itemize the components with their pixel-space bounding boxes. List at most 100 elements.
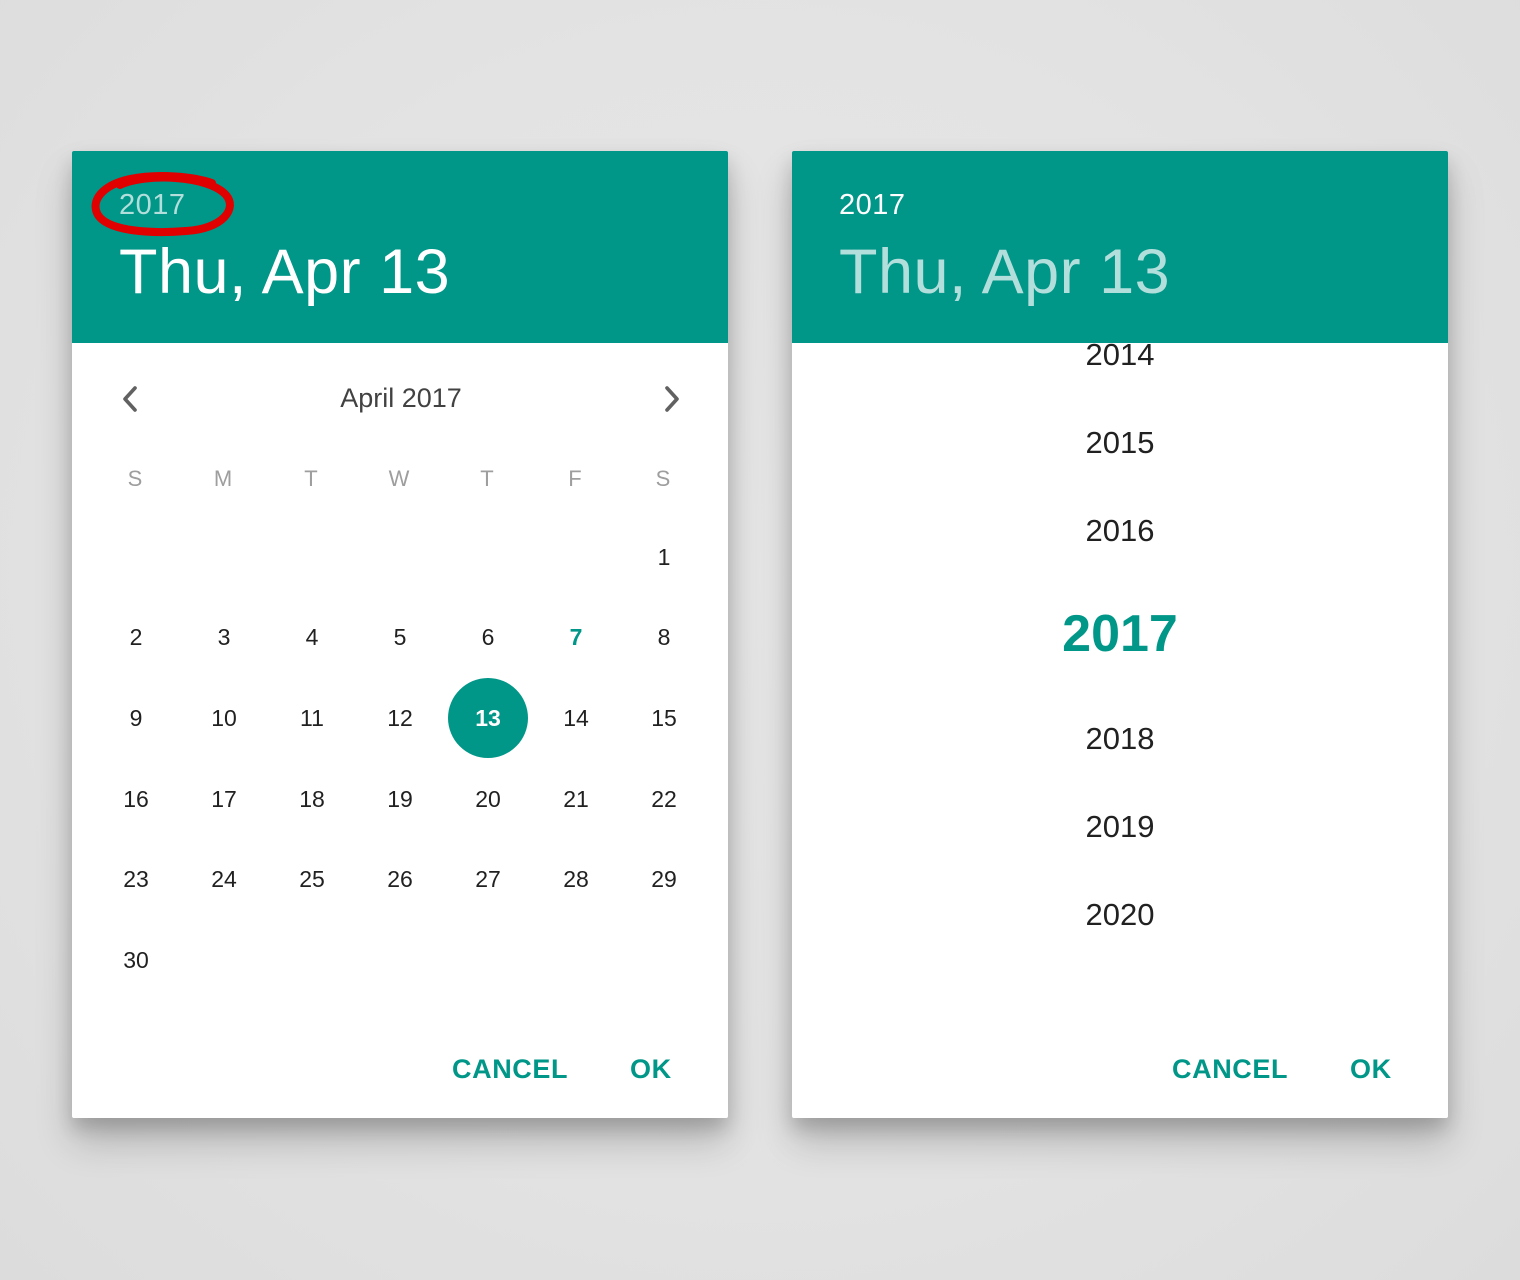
- calendar-day-number: 2: [129, 624, 143, 651]
- calendar-day-today[interactable]: 7: [532, 598, 620, 679]
- date-picker-year-dialog: 2017 Thu, Apr 13 2014 2015 2016 2017 2018 201…: [792, 151, 1448, 1118]
- weekday-label: W: [388, 466, 410, 491]
- calendar-day[interactable]: 19: [356, 759, 444, 840]
- year-item[interactable]: 2019: [792, 807, 1448, 847]
- chevron-right-icon: [665, 386, 679, 412]
- calendar-day[interactable]: 8: [620, 598, 708, 679]
- calendar-day[interactable]: 28: [532, 839, 620, 920]
- calendar-day[interactable]: 5: [356, 598, 444, 679]
- calendar-day-number: 13: [475, 704, 501, 731]
- calendar-day-number: 26: [387, 866, 413, 893]
- calendar-day-number: 3: [217, 624, 231, 651]
- calendar-day-number: 12: [387, 704, 413, 731]
- calendar-day-empty: [356, 517, 444, 598]
- calendar-day-number: 27: [475, 866, 501, 893]
- cancel-button[interactable]: CANCEL: [452, 1043, 568, 1095]
- calendar-day-empty: [356, 920, 444, 1001]
- calendar-day-grid: 1 2 3 4 5 6 7 8 9 10 11 12 13 14 15 16 17 18 19 20 21 22 23 24 2…: [92, 517, 708, 1001]
- cancel-button[interactable]: CANCEL: [1172, 1043, 1288, 1095]
- calendar-header: 2017 Thu, Apr 13: [72, 151, 728, 343]
- header-year[interactable]: 2017: [119, 187, 186, 223]
- calendar-day[interactable]: 16: [92, 759, 180, 840]
- calendar-day[interactable]: 18: [268, 759, 356, 840]
- calendar-day-empty: [268, 920, 356, 1001]
- calendar-day-empty: [532, 517, 620, 598]
- year-item[interactable]: 2015: [792, 423, 1448, 463]
- calendar-day-number: 4: [305, 624, 319, 651]
- calendar-day[interactable]: 24: [180, 839, 268, 920]
- calendar-day[interactable]: 23: [92, 839, 180, 920]
- calendar-day[interactable]: 25: [268, 839, 356, 920]
- calendar-day[interactable]: 3: [180, 598, 268, 679]
- calendar-day[interactable]: 14: [532, 678, 620, 759]
- calendar-day-number: 28: [563, 866, 589, 893]
- calendar-day-number: 11: [300, 704, 324, 731]
- calendar-day-number: 14: [563, 704, 589, 731]
- calendar-day-number: 7: [569, 624, 583, 651]
- calendar-day[interactable]: 29: [620, 839, 708, 920]
- header-date[interactable]: Thu, Apr 13: [839, 235, 1170, 309]
- calendar-day[interactable]: 12: [356, 678, 444, 759]
- year-item[interactable]: 2016: [792, 511, 1448, 551]
- month-navigation: April 2017: [72, 371, 728, 425]
- calendar-day[interactable]: 6: [444, 598, 532, 679]
- calendar-day[interactable]: 21: [532, 759, 620, 840]
- calendar-day-number: 22: [651, 785, 677, 812]
- calendar-day-number: 29: [651, 866, 677, 893]
- calendar-day-empty: [532, 920, 620, 1001]
- calendar-day[interactable]: 30: [92, 920, 180, 1001]
- weekday-label: S: [655, 466, 671, 491]
- calendar-day-number: 1: [657, 543, 671, 570]
- calendar-day[interactable]: 10: [180, 678, 268, 759]
- dialog-actions: CANCEL OK: [72, 1043, 728, 1095]
- calendar-day-number: 15: [651, 704, 677, 731]
- ok-button[interactable]: OK: [1350, 1043, 1392, 1095]
- dialog-actions: CANCEL OK: [792, 1043, 1448, 1095]
- calendar-day[interactable]: 26: [356, 839, 444, 920]
- calendar-day-number: 24: [211, 866, 237, 893]
- year-item[interactable]: 2020: [792, 895, 1448, 935]
- calendar-day[interactable]: 1: [620, 517, 708, 598]
- calendar-day[interactable]: 11: [268, 678, 356, 759]
- calendar-day[interactable]: 27: [444, 839, 532, 920]
- calendar-day-number: 17: [211, 785, 237, 812]
- calendar-day-number: 30: [123, 946, 149, 973]
- calendar-day[interactable]: 17: [180, 759, 268, 840]
- calendar-day[interactable]: 15: [620, 678, 708, 759]
- calendar-day[interactable]: 22: [620, 759, 708, 840]
- year-header: 2017 Thu, Apr 13: [792, 151, 1448, 343]
- weekday-label: T: [480, 466, 494, 491]
- calendar-day-empty: [268, 517, 356, 598]
- calendar-day-empty: [444, 920, 532, 1001]
- header-date[interactable]: Thu, Apr 13: [119, 235, 450, 309]
- ok-button[interactable]: OK: [630, 1043, 672, 1095]
- calendar-day-number: 10: [211, 704, 237, 731]
- calendar-day-empty: [92, 517, 180, 598]
- weekday-label: M: [213, 466, 233, 491]
- calendar-day-empty: [444, 517, 532, 598]
- calendar-day-number: 25: [299, 866, 325, 893]
- calendar-day[interactable]: 4: [268, 598, 356, 679]
- calendar-day-selected[interactable]: 13: [444, 678, 532, 759]
- weekday-header-row: SMTWTFS: [91, 459, 707, 499]
- year-item-selected[interactable]: 2017: [792, 604, 1448, 664]
- calendar-day-number: 5: [393, 624, 407, 651]
- calendar-day[interactable]: 9: [92, 678, 180, 759]
- header-year[interactable]: 2017: [839, 187, 906, 223]
- year-item[interactable]: 2014: [792, 335, 1448, 375]
- calendar-day-empty: [180, 920, 268, 1001]
- weekday-label: F: [568, 466, 582, 491]
- calendar-day[interactable]: 2: [92, 598, 180, 679]
- calendar-day[interactable]: 20: [444, 759, 532, 840]
- year-list[interactable]: 2014 2015 2016 2017 2018 2019 2020: [792, 337, 1448, 1033]
- calendar-day-empty: [620, 920, 708, 1001]
- calendar-day-number: 8: [657, 624, 671, 651]
- calendar-day-empty: [180, 517, 268, 598]
- calendar-day-number: 18: [299, 785, 325, 812]
- weekday-label: S: [127, 466, 143, 491]
- calendar-day-number: 6: [481, 624, 495, 651]
- next-month-button[interactable]: [652, 379, 692, 419]
- date-picker-calendar-dialog: 2017 Thu, Apr 13 April 2017 SMTWTFS 1234…: [72, 151, 728, 1118]
- weekday-label: T: [304, 466, 318, 491]
- year-item[interactable]: 2018: [792, 719, 1448, 759]
